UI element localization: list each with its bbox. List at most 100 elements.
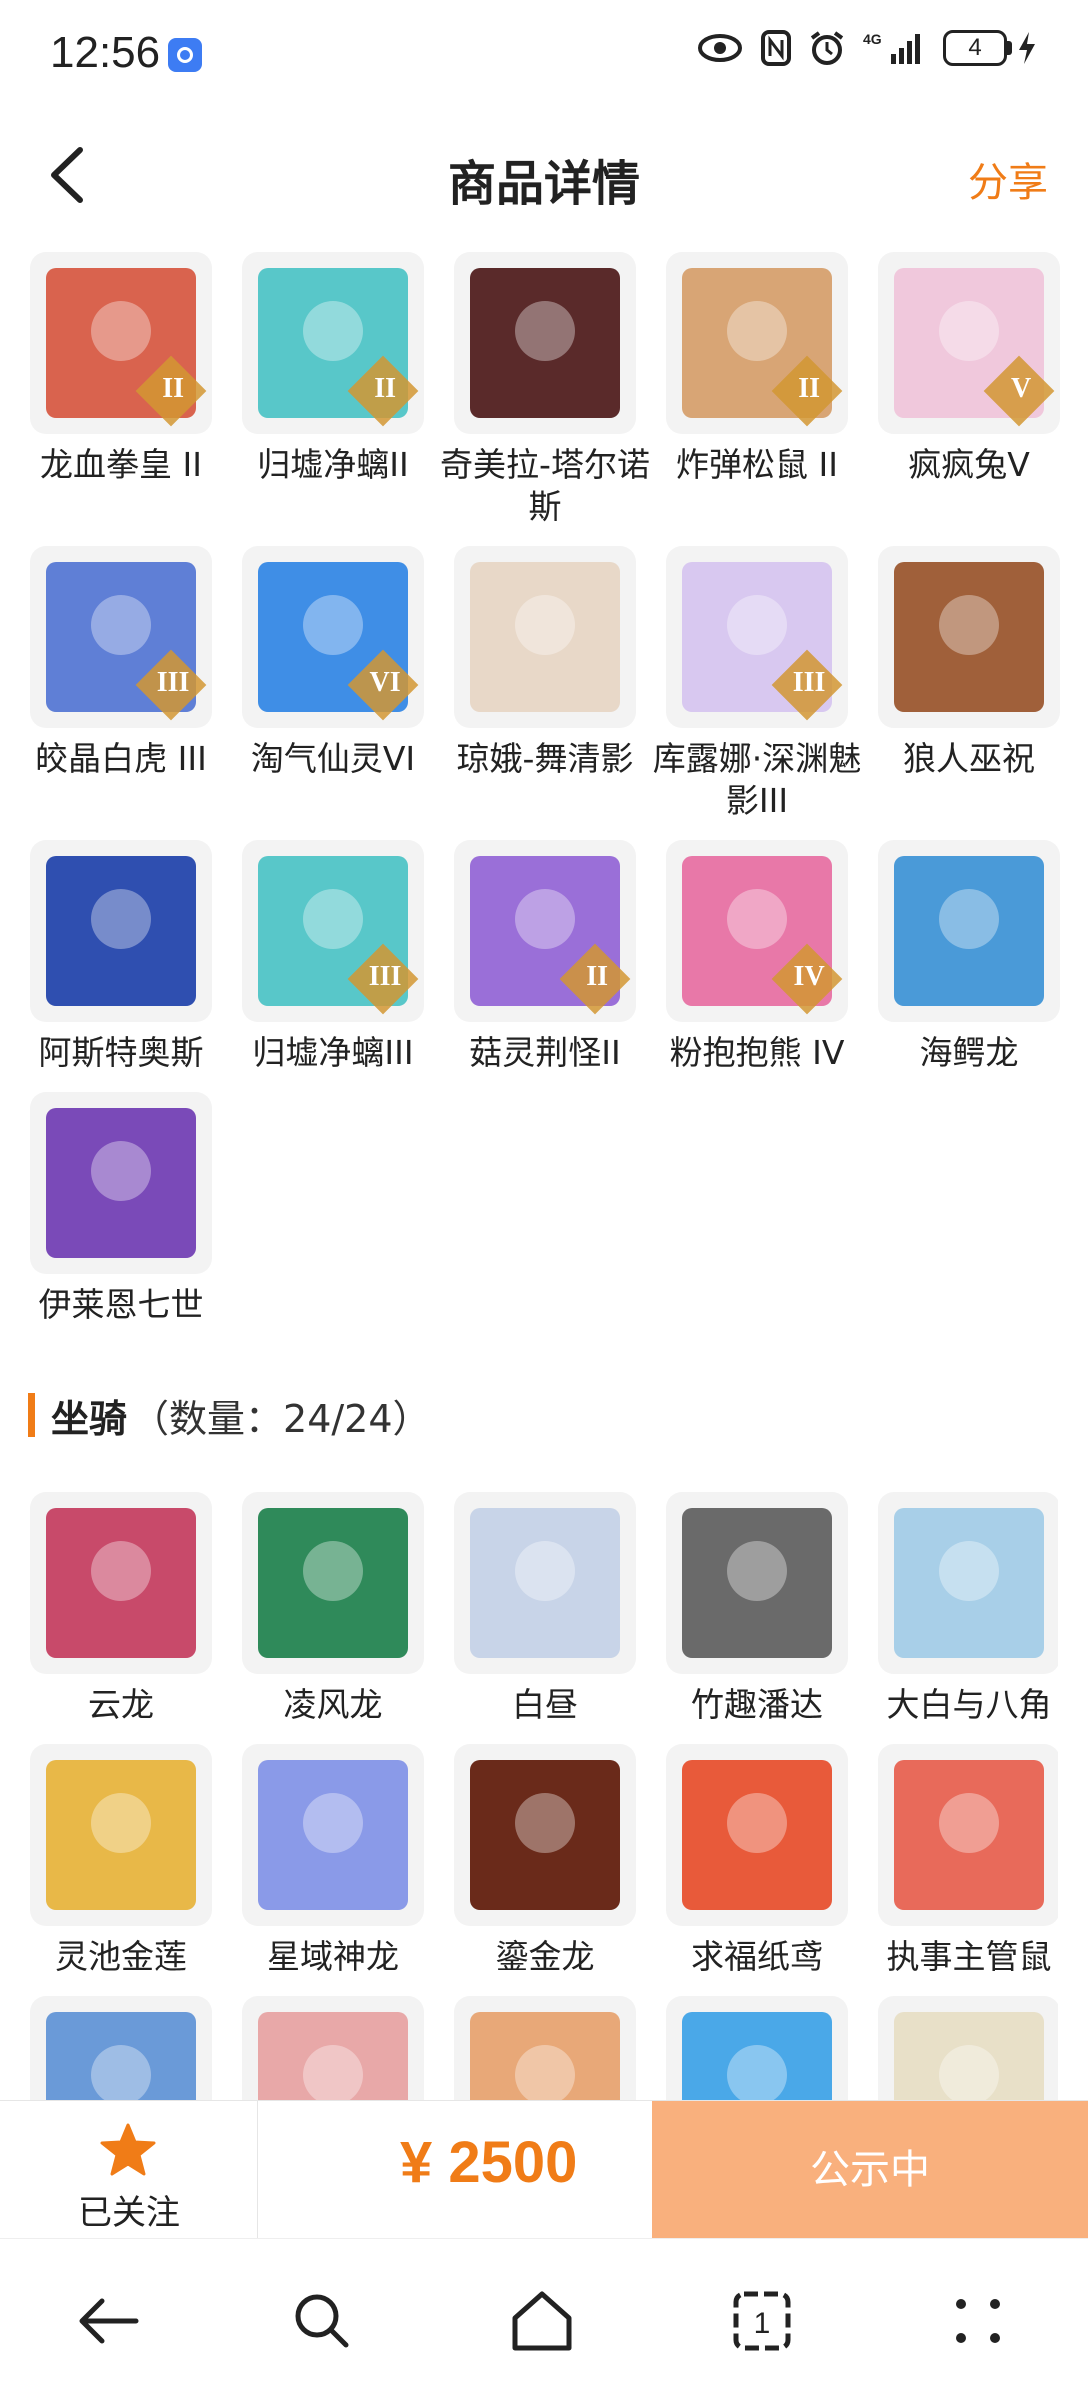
nav-back-button[interactable] [68,2281,148,2361]
tier-label: II [374,372,397,404]
mount-item[interactable]: 白昼 [452,1492,638,1726]
item-thumbnail [666,1744,848,1926]
item-name: 粉抱抱熊 IV [669,1033,845,1072]
mount-grid: 云龙 凌风龙 白昼 竹趣潘达 大白与八角灵池金莲 星域神龙 鎏金龙 求福纸鸢 执事主管鼠 [28,1492,1058,2100]
item-image [470,562,620,712]
tabs-icon: 1 [733,2291,791,2351]
mount-item[interactable]: 灵池金莲 [28,1744,214,1978]
svg-text:4G: 4G [863,31,882,47]
signal-icon: 4G [863,31,920,64]
item-image [46,1760,196,1910]
item-image [470,268,620,418]
mount-item[interactable]: 凌风龙 [240,1492,426,1726]
item-image [894,1760,1044,1910]
item-image [470,1760,620,1910]
nav-tabs-button[interactable]: 1 [722,2281,802,2361]
pet-item[interactable]: 琼娥-舞清影 [452,546,638,780]
alarm-icon [810,31,844,65]
section-count: （数量：24/24） [131,1396,431,1441]
eye-icon [698,34,742,62]
pet-item[interactable]: V 疯疯兔V [876,252,1062,486]
item-thumbnail: II [454,840,636,1022]
battery-icon: 4 [943,30,1038,66]
mount-item[interactable] [876,1996,1058,2100]
nfc-icon [761,30,791,66]
item-image [470,1508,620,1658]
arrow-left-icon [79,2298,139,2344]
pet-item[interactable]: 阿斯特奥斯 [28,840,214,1074]
follow-button[interactable]: 已关注 [0,2101,258,2239]
item-image [258,1760,408,1910]
item-name: 狼人巫祝 [903,739,1035,778]
item-thumbnail [30,1092,212,1274]
item-thumbnail [454,252,636,434]
mount-item[interactable]: 云龙 [28,1492,214,1726]
pet-item[interactable]: III 皎晶白虎 III [28,546,214,780]
item-thumbnail [454,1996,636,2100]
pet-item[interactable]: 狼人巫祝 [876,546,1062,780]
pet-item[interactable]: 伊莱恩七世 [28,1092,214,1326]
tier-label: VI [369,666,401,698]
item-name: 淘气仙灵VI [250,739,416,778]
item-image [894,1508,1044,1658]
mount-item[interactable] [28,1996,214,2100]
item-thumbnail: II [242,252,424,434]
tier-label: II [586,960,609,992]
mount-item[interactable]: 竹趣潘达 [664,1492,850,1726]
item-image [258,1508,408,1658]
page-header: 商品详情 分享 [0,120,1088,230]
item-thumbnail: IV [666,840,848,1022]
item-name: 求福纸鸢 [691,1937,823,1976]
status-icons: 4G 4 [697,30,1038,66]
item-thumbnail [30,1492,212,1674]
mount-item[interactable] [664,1996,850,2100]
nav-search-button[interactable] [282,2281,362,2361]
svg-text:1: 1 [754,2307,771,2340]
pet-item[interactable]: III 库露娜·深渊魅影III [653,546,861,822]
pet-item[interactable]: VI 淘气仙灵VI [240,546,426,780]
tier-label: III [156,666,190,698]
home-icon [512,2291,572,2351]
mount-item[interactable]: 星域神龙 [240,1744,426,1978]
pet-item[interactable]: 奇美拉-塔尔诺斯 [440,252,650,528]
search-icon [295,2294,349,2348]
share-button[interactable]: 分享 [968,150,1048,208]
item-thumbnail [878,1744,1058,1926]
pet-item[interactable]: 海鳄龙 [876,840,1062,1074]
battery-level: 4 [943,30,1007,66]
item-thumbnail [666,1996,848,2100]
item-name: 大白与八角 [886,1685,1052,1724]
item-thumbnail [454,1492,636,1674]
status-bar: 12:56 4G 4 [0,0,1088,110]
item-image [470,2012,620,2100]
charging-icon [1019,32,1035,64]
nav-home-button[interactable] [502,2281,582,2361]
pet-item[interactable]: III 归墟净螭III [240,840,426,1074]
page-title: 商品详情 [447,156,640,212]
pet-item[interactable]: II 炸弹松鼠 II [664,252,850,486]
item-name: 炸弹松鼠 II [676,445,838,484]
item-image [682,2012,832,2100]
pet-item[interactable]: IV 粉抱抱熊 IV [664,840,850,1074]
item-thumbnail: II [30,252,212,434]
item-image [894,856,1044,1006]
pet-item[interactable]: II 归墟净螭II [240,252,426,486]
mount-item[interactable]: 大白与八角 [876,1492,1058,1726]
mounts-section-header: 坐骑 （数量：24/24） [28,1390,431,1441]
item-thumbnail: III [666,546,848,728]
mount-item[interactable]: 求福纸鸢 [664,1744,850,1978]
nav-menu-button[interactable] [938,2281,1018,2361]
item-name: 库露娜·深渊魅影III [652,739,862,820]
tier-label: V [1010,372,1032,404]
pet-item[interactable]: II 龙血拳皇 II [28,252,214,486]
mount-item[interactable]: 执事主管鼠 [876,1744,1058,1978]
mount-item[interactable] [240,1996,426,2100]
pet-item[interactable]: II 菇灵荆怪II [452,840,638,1074]
mount-item[interactable]: 鎏金龙 [452,1744,638,1978]
item-name: 灵池金莲 [55,1937,187,1976]
item-thumbnail [30,840,212,1022]
item-name: 海鳄龙 [919,1033,1019,1072]
mount-item[interactable] [452,1996,638,2100]
item-thumbnail [878,1996,1058,2100]
buy-button[interactable]: 公示中 [652,2101,1088,2239]
